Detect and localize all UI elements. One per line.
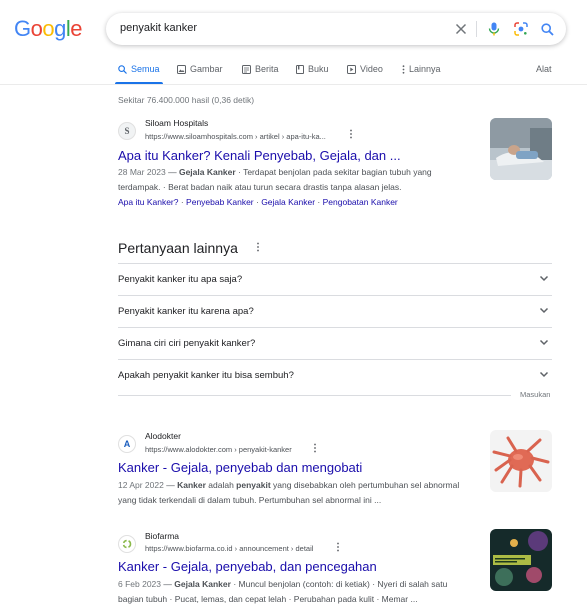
chevron-down-icon — [539, 307, 549, 314]
logo-letter: g — [54, 16, 66, 41]
site-name[interactable]: Siloam Hospitals — [145, 118, 208, 128]
paa-question-text: Penyakit kanker itu karena apa? — [118, 306, 254, 317]
sitelink[interactable]: Gejala Kanker — [261, 197, 315, 207]
result-thumbnail[interactable] — [490, 529, 552, 591]
tab-buku[interactable]: Buku — [296, 64, 329, 74]
biofarma-logo-icon — [122, 539, 132, 549]
result-date: 28 Mar 2023 — [118, 167, 166, 177]
result-title[interactable]: Apa itu Kanker? Kenali Penyebab, Gejala,… — [118, 148, 401, 163]
dash: — — [161, 579, 175, 589]
news-icon — [242, 64, 251, 74]
result-title[interactable]: Kanker - Gejala, penyebab dan mengobati — [118, 460, 362, 475]
tab-label: Berita — [255, 64, 279, 74]
chevron-down-icon — [539, 275, 549, 282]
snippet-bold: Gejala Kanker — [174, 579, 231, 589]
search-input[interactable]: penyakit kanker — [120, 22, 197, 34]
image-icon — [177, 64, 186, 74]
paa-question[interactable]: Gimana ciri ciri penyakit kanker? — [118, 327, 552, 360]
tab-label: Buku — [308, 64, 329, 74]
paa-question-text: Gimana ciri ciri penyakit kanker? — [118, 338, 256, 349]
dash: — — [163, 480, 178, 490]
result-title[interactable]: Kanker - Gejala, penyebab, dan pencegaha… — [118, 559, 377, 574]
chevron-down-icon — [539, 371, 549, 378]
header-divider — [0, 84, 587, 85]
more-options-icon[interactable]: ⋮ — [253, 242, 263, 253]
snippet-bold: Gejala Kanker — [178, 167, 236, 177]
dash: — — [165, 167, 179, 177]
site-name[interactable]: Biofarma — [145, 531, 179, 541]
tools-label: Alat — [536, 64, 552, 74]
tab-semua[interactable]: Semua — [118, 64, 160, 74]
chevron-down-icon — [539, 339, 549, 346]
book-icon — [296, 64, 304, 74]
divider — [476, 21, 477, 37]
result-thumbnail[interactable] — [490, 118, 552, 180]
logo-letter: e — [70, 16, 83, 41]
favicon: S — [118, 122, 136, 140]
sitelink[interactable]: Penyebab Kanker — [186, 197, 254, 207]
sitelink[interactable]: Apa itu Kanker? — [118, 197, 178, 207]
result-snippet: 28 Mar 2023 — Gejala Kanker · Terdapat b… — [118, 165, 468, 195]
tab-label: Video — [360, 64, 383, 74]
result-thumbnail[interactable] — [490, 430, 552, 492]
logo-letter: o — [30, 16, 43, 41]
result-url[interactable]: https://www.siloamhospitals.com › artike… — [145, 132, 326, 141]
tools-button[interactable]: Alat — [536, 64, 552, 74]
logo-letter: G — [14, 16, 31, 41]
logo-letter: o — [42, 16, 55, 41]
paa-question[interactable]: Apakah penyakit kanker itu bisa sembuh? — [118, 359, 552, 392]
tab-lainnya[interactable]: Lainnya — [402, 64, 441, 74]
tab-gambar[interactable]: Gambar — [177, 64, 223, 74]
lens-icon[interactable] — [512, 20, 530, 38]
feedback-link[interactable]: Masukan — [520, 390, 550, 399]
paa-divider — [118, 395, 511, 396]
result-url[interactable]: https://www.alodokter.com › penyakit-kan… — [145, 445, 292, 454]
paa-question-text: Penyakit kanker itu apa saja? — [118, 274, 243, 285]
site-name[interactable]: Alodokter — [145, 431, 181, 441]
result-date: 6 Feb 2023 — [118, 579, 162, 589]
paa-question[interactable]: Penyakit kanker itu karena apa? — [118, 295, 552, 328]
more-options-icon[interactable]: ⋮ — [333, 542, 343, 553]
result-snippet: 12 Apr 2022 — Kanker adalah penyakit yan… — [118, 478, 468, 508]
snippet-bold: Kanker — [177, 480, 206, 490]
search-box[interactable]: penyakit kanker — [106, 13, 566, 45]
result-date: 12 Apr 2022 — [118, 480, 164, 490]
result-snippet: 6 Feb 2023 — Gejala Kanker · Muncul benj… — [118, 577, 468, 607]
tab-berita[interactable]: Berita — [242, 64, 279, 74]
tab-label: Lainnya — [409, 64, 441, 74]
mic-icon[interactable] — [485, 20, 503, 38]
more-options-icon[interactable]: ⋮ — [346, 129, 356, 140]
close-icon[interactable] — [452, 20, 470, 38]
video-icon — [347, 64, 356, 74]
sitelink[interactable]: Pengobatan Kanker — [323, 197, 398, 207]
google-logo[interactable]: Google — [14, 16, 83, 42]
result-stats: Sekitar 76.400.000 hasil (0,36 detik) — [118, 95, 255, 105]
tab-label: Semua — [131, 64, 160, 74]
snippet-text: adalah — [205, 480, 237, 490]
result-url[interactable]: https://www.biofarma.co.id › announcemen… — [145, 544, 313, 553]
more-vert-icon — [402, 64, 405, 74]
sitelinks: Apa itu Kanker? · Penyebab Kanker · Geja… — [118, 197, 398, 207]
snippet-bold: penyakit — [236, 480, 271, 490]
paa-question[interactable]: Penyakit kanker itu apa saja? — [118, 263, 552, 296]
tab-label: Gambar — [190, 64, 223, 74]
search-icon[interactable] — [538, 20, 556, 38]
favicon: A — [118, 435, 136, 453]
more-options-icon[interactable]: ⋮ — [310, 443, 320, 454]
favicon — [118, 535, 136, 553]
paa-question-text: Apakah penyakit kanker itu bisa sembuh? — [118, 370, 294, 381]
paa-heading: Pertanyaan lainnya — [118, 240, 238, 256]
tab-video[interactable]: Video — [347, 64, 383, 74]
search-icon — [118, 64, 127, 74]
